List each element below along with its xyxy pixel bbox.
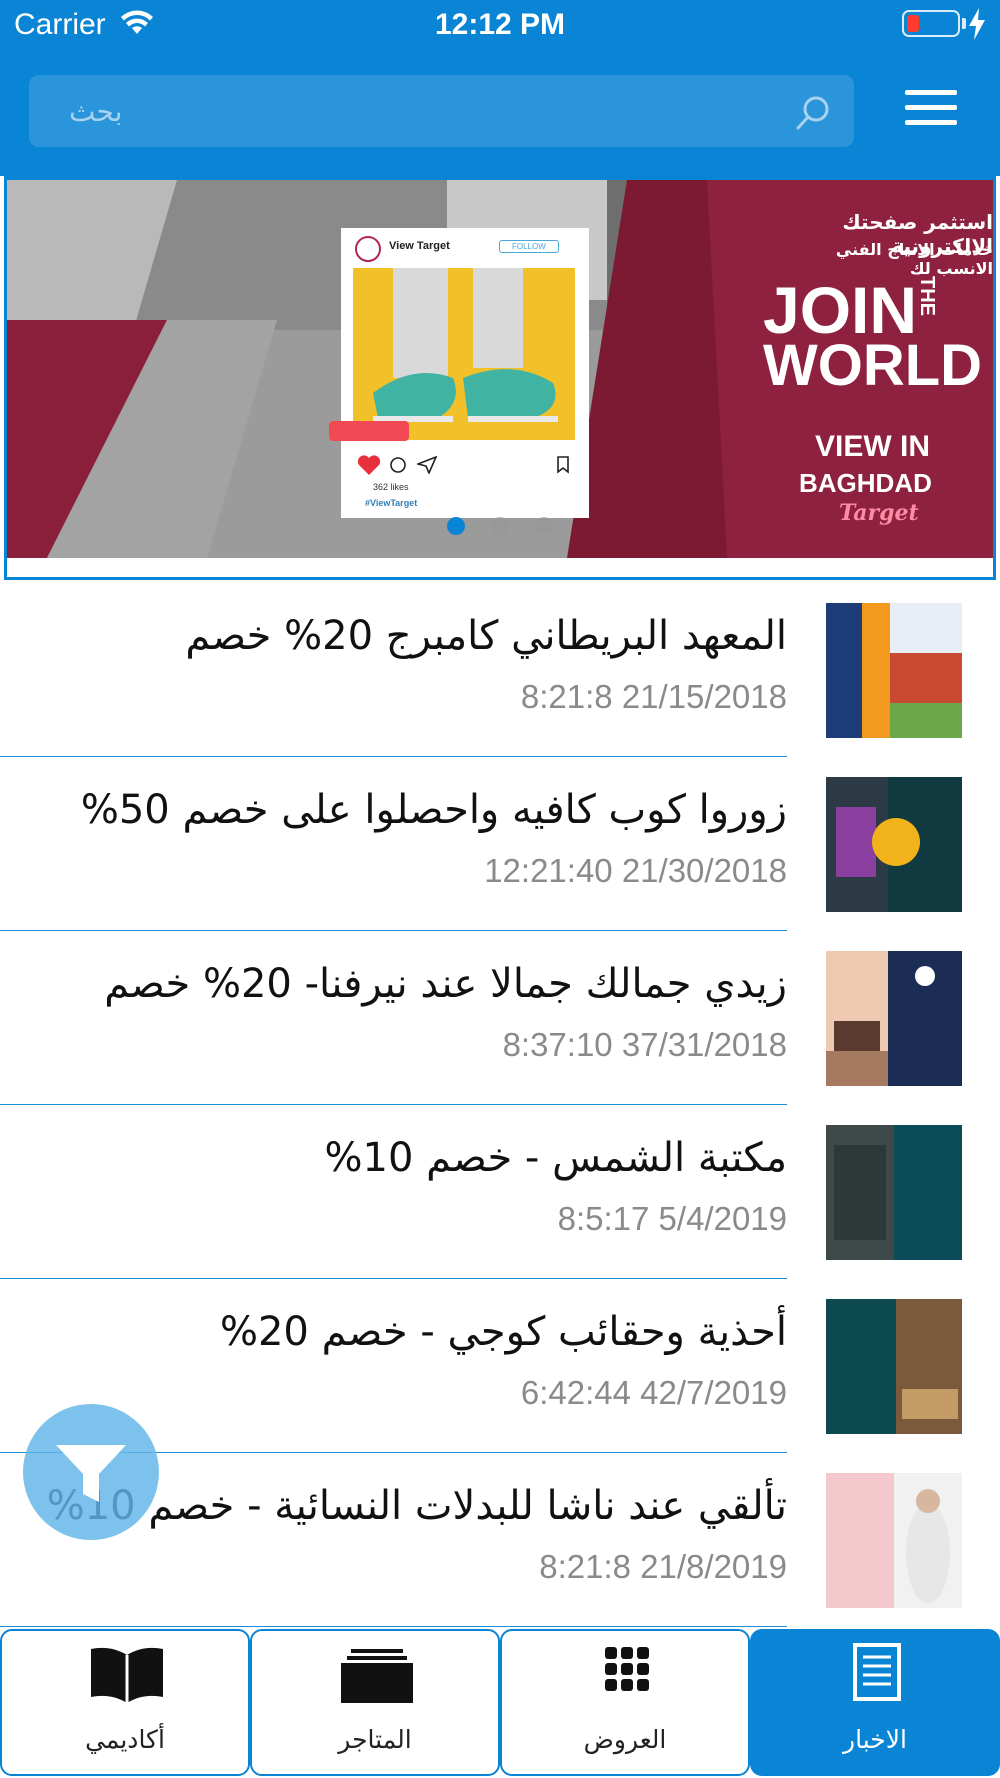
item-title: زيدي جمالك جمالا عند نيرفنا- 20% خصم [104,961,787,1007]
item-title: أحذية وحقائب كوجي - خصم 20% [219,1309,787,1355]
post-photo [353,268,575,440]
item-thumbnail [826,951,962,1086]
bookmark-icon [557,456,569,474]
filter-button[interactable] [23,1404,159,1540]
status-bar: Carrier 12:12 PM [0,0,1000,50]
item-date: 8:21:8 21/15/2018 [520,678,787,715]
item-title: المعهد البريطاني كامبرج 20% خصم [185,613,787,659]
search-icon[interactable] [795,95,831,131]
banner-world: WORLD [763,333,983,398]
item-title: زوروا كوب كافيه واحصلوا على خصم 50% [80,787,787,833]
banner-view-in: VIEW IN [815,430,931,463]
list-item[interactable]: أحذية وحقائب كوجي - خصم 20% 6:42:44 42/7… [0,1279,1000,1453]
list-item[interactable]: المعهد البريطاني كامبرج 20% خصم 8:21:8 2… [0,583,1000,757]
item-date: 6:42:44 42/7/2019 [520,1374,787,1411]
post-account: View Target [389,240,450,252]
news-icon [853,1643,901,1701]
tab-bar: أكاديمي المتاجر العروض الاخبار [0,1627,1000,1778]
post-likes: 362 likes [373,482,409,492]
item-date: 8:5:17 5/4/2019 [557,1200,787,1237]
tab-news[interactable]: الاخبار [750,1629,1000,1776]
list-item[interactable]: مكتبة الشمس - خصم 10% 8:5:17 5/4/2019 [0,1105,1000,1279]
carousel-dots [0,517,1000,537]
tab-label: المتاجر [338,1725,412,1754]
carousel-dot[interactable] [447,517,465,535]
item-date: 8:37:10 37/31/2018 [502,1026,787,1063]
heart-icon [357,455,381,475]
item-title: مكتبة الشمس - خصم 10% [324,1135,787,1181]
item-date: 8:21:8 21/8/2019 [539,1548,787,1585]
carousel-dot[interactable] [535,517,553,535]
charging-bolt-icon [969,8,985,40]
app-header: Carrier 12:12 PM [0,0,1000,176]
item-thumbnail [826,1473,962,1608]
hamburger-menu-icon[interactable] [905,90,957,128]
send-icon [417,456,437,474]
list-item[interactable]: زيدي جمالك جمالا عند نيرفنا- 20% خصم 8:3… [0,931,1000,1105]
post-avatar [355,236,381,262]
item-date: 12:21:40 21/30/2018 [484,852,787,889]
tab-label: الاخبار [843,1725,907,1754]
post-hashtag: #ViewTarget [365,498,418,508]
clock: 12:12 PM [434,8,566,41]
battery-tip [962,18,966,29]
battery-icon [902,10,960,37]
item-thumbnail [826,1299,962,1434]
list-item[interactable]: زوروا كوب كافيه واحصلوا على خصم 50% 12:2… [0,757,1000,931]
stores-icon [341,1649,413,1703]
item-thumbnail [826,1125,962,1260]
post-card: View Target FOLLOW 362 likes #ViewTarget [329,228,589,518]
item-thumbnail [826,777,962,912]
tab-offers[interactable]: العروض [500,1629,750,1776]
post-notification [329,421,409,441]
tab-academy[interactable]: أكاديمي [0,1629,250,1776]
book-icon [91,1647,163,1703]
tab-label: العروض [583,1725,667,1754]
carousel-dot[interactable] [491,517,509,535]
search-bar[interactable] [29,75,854,147]
tab-stores[interactable]: المتاجر [250,1629,500,1776]
banner-baghdad: BAGHDAD [799,468,932,498]
item-thumbnail [826,603,962,738]
filter-funnel-icon [56,1445,126,1502]
tab-label: أكاديمي [85,1725,165,1754]
banner-the: THE [916,276,938,316]
search-input[interactable] [29,75,854,147]
comment-icon [390,457,406,473]
post-follow-button: FOLLOW [499,240,559,253]
grid-icon [605,1647,649,1691]
